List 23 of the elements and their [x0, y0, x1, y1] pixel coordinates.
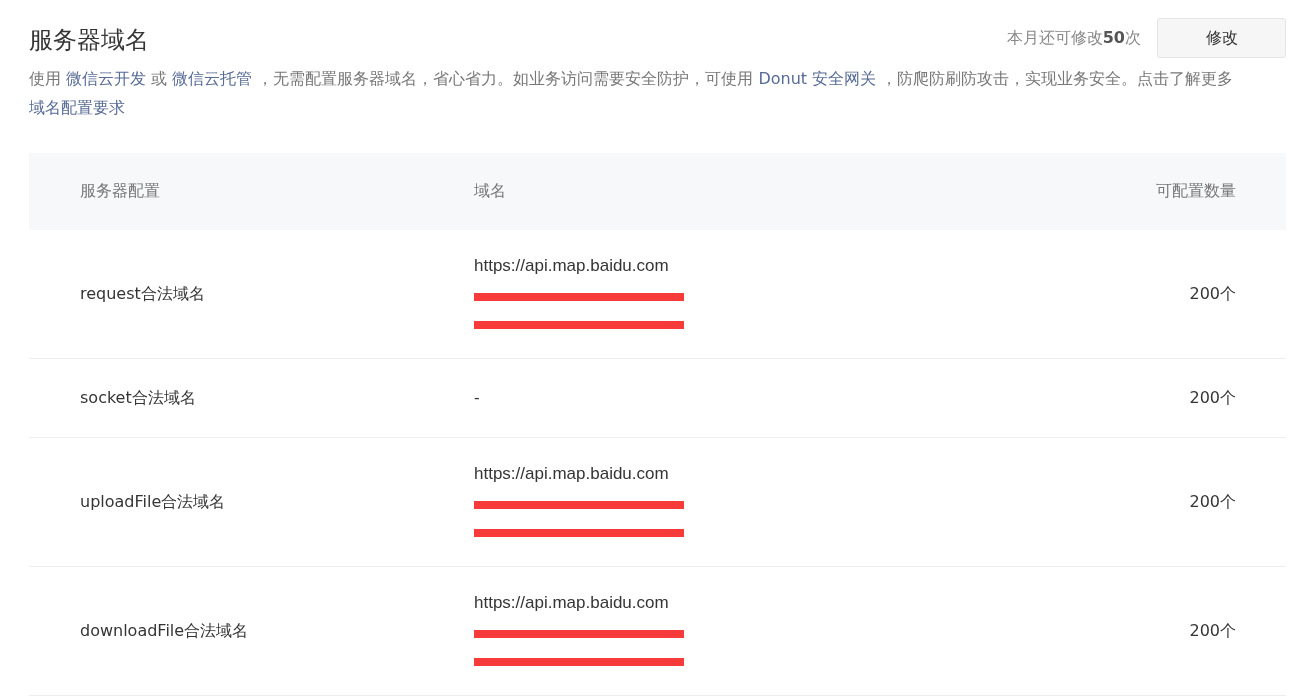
domain-text: https://api.map.baidu.com: [474, 255, 670, 277]
column-header: 服务器配置: [79, 181, 161, 202]
domain-text: https://api.map.baidu.com: [474, 592, 670, 614]
domain-text: -: [474, 387, 481, 409]
table-cell-text: 200个: [1188, 620, 1237, 642]
table-cell-text: 200个: [1188, 283, 1237, 305]
table-cell-text: uploadFile合法域名: [79, 491, 227, 513]
page-title: 服务器域名: [29, 25, 149, 56]
domain-text: https://api.map.baidu.com: [474, 463, 670, 485]
table-cell-text: downloadFile合法域名: [79, 620, 250, 642]
link[interactable]: 微信云托管: [172, 69, 253, 88]
modify-button[interactable]: 修改: [1157, 18, 1286, 58]
table-cell-text: socket合法域名: [79, 387, 197, 409]
quota-text: 本月还可修改50次: [1006, 27, 1141, 49]
column-header: 可配置数量: [1155, 181, 1237, 202]
table-cell-text: 200个: [1188, 491, 1237, 513]
column-header: 域名: [474, 181, 507, 202]
table-cell-text: request合法域名: [79, 283, 206, 305]
table-cell-text: 200个: [1188, 387, 1237, 409]
description-text: 使用 微信云开发 或 微信云托管 ，无需配置服务器域名，省心省力。如业务访问需要安全防护，可使用 Donut 安全网关 ，防爬防刷防攻击，实现业务安全。点击了解更多 域名配置要求: [29, 68, 1235, 119]
link[interactable]: Donut 安全网关: [758, 69, 877, 88]
link[interactable]: 微信云开发: [66, 69, 147, 88]
link[interactable]: 域名配置要求: [29, 98, 125, 117]
